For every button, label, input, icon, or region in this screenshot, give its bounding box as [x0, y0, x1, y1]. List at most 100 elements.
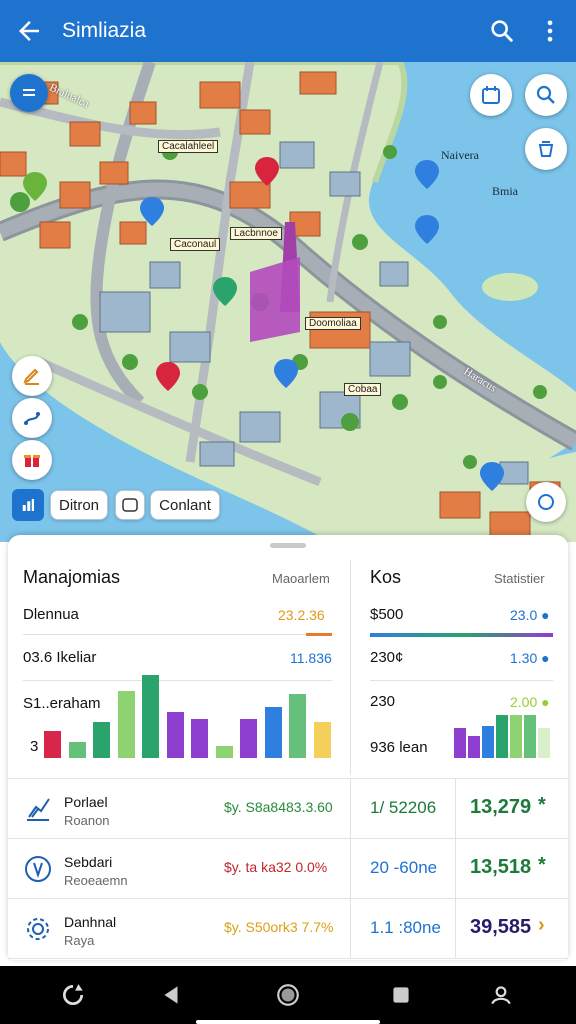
nav-back-icon[interactable] — [158, 982, 184, 1008]
left-row-value: 11.836 — [290, 650, 332, 666]
list-row[interactable]: Danhnal Raya $y. S50ork3 7.7% 1.1 :80ne … — [8, 899, 568, 959]
chip-ditron[interactable]: Ditron — [50, 490, 108, 520]
chip-filter-button[interactable] — [12, 489, 44, 521]
locate-fab[interactable] — [526, 482, 566, 522]
right-row-value: 1.30 ● — [510, 650, 550, 666]
row-col2: 20 -60ne — [370, 858, 438, 877]
nav-home-icon[interactable] — [275, 982, 301, 1008]
row-col2: 1/ 52206 — [370, 798, 437, 817]
gift-icon — [24, 455, 40, 467]
row-amount: $y. S50ork3 7.7% — [224, 919, 334, 935]
app-title: Simliazia — [62, 19, 147, 42]
stats-sheet: Manajomias Maoarlem Dlennua 23.2.36 03.6… — [8, 535, 568, 960]
route-fab[interactable] — [12, 398, 52, 438]
chart-bar — [496, 715, 508, 758]
row-col3: 39,585 — [470, 916, 532, 938]
map-tag: Lacbnnoe — [230, 227, 282, 240]
progress-indicator — [306, 633, 332, 636]
draw-fab[interactable] — [12, 356, 52, 396]
square-icon — [122, 498, 138, 512]
layers-fab[interactable] — [525, 128, 567, 170]
locate-icon — [538, 494, 554, 510]
calendar-icon — [482, 86, 500, 104]
row-col3: 13,279 — [470, 796, 532, 818]
row-title: Porlael — [64, 794, 108, 810]
chart-bar — [289, 694, 306, 758]
row-col3-suffix: › — [538, 914, 545, 936]
chart-bar — [524, 715, 536, 758]
row-title: Sebdari — [64, 854, 113, 870]
chip-conlant[interactable]: Conlant — [150, 490, 220, 520]
row-col2: 1.1 :80ne — [370, 918, 441, 937]
list-row[interactable]: Sebdari Reoeaemn $y. ta ka32 0.0% 20 -60… — [8, 839, 568, 899]
chart-bar — [166, 712, 184, 758]
chart-bar — [240, 719, 257, 758]
chart-bar — [117, 691, 135, 758]
row-subtitle: Roanon — [64, 813, 110, 828]
search-icon — [536, 85, 555, 104]
gear-network-icon — [24, 915, 52, 948]
chart-bar — [44, 731, 61, 758]
left-panel-title: Manajomias — [23, 567, 121, 587]
back-arrow-icon[interactable] — [14, 16, 44, 46]
row-amount: $y. S8a8483.3.60 — [224, 799, 333, 815]
left-row-label: 03.6 Ikeliar — [23, 649, 97, 666]
list-row[interactable]: Porlael Roanon $y. S8a8483.3.60 1/ 52206… — [8, 779, 568, 839]
search-icon[interactable] — [488, 17, 516, 45]
map-search-fab[interactable] — [525, 74, 567, 116]
chart-bar — [68, 742, 86, 758]
map-tag: Caconaul — [170, 238, 221, 251]
chart-bar — [538, 728, 550, 758]
right-bar-chart — [454, 715, 554, 758]
left-panel-subtitle: Maoarlem — [272, 571, 330, 586]
more-vert-icon[interactable] — [536, 17, 564, 45]
bar-chart-icon — [22, 499, 34, 511]
route-icon — [24, 412, 40, 425]
right-panel-title: Kos — [370, 567, 402, 587]
row-col3-suffix: * — [538, 854, 546, 876]
refresh-icon[interactable] — [60, 982, 86, 1008]
gradient-bar — [370, 633, 553, 637]
left-row-value: 23.2.36 — [278, 607, 325, 623]
chart-bar — [313, 722, 331, 758]
accessibility-icon[interactable] — [488, 982, 514, 1008]
map-tag: Cobaa — [344, 383, 382, 396]
right-panel-subtitle: Statistier — [494, 571, 545, 586]
row-subtitle: Reoeaemn — [64, 873, 128, 888]
calendar-fab[interactable] — [470, 74, 512, 116]
left-bar-chart — [44, 675, 334, 758]
city-map[interactable]: Naivera Bmia Cacalahleel Caconaul Lacbnn… — [0, 62, 576, 542]
left-row-label: Dlennua — [23, 606, 79, 623]
chart-bar — [142, 675, 159, 758]
right-row-label: 936 lean — [370, 739, 428, 756]
row-title: Danhnal — [64, 914, 117, 930]
gauge-icon — [24, 855, 52, 888]
row-subtitle: Raya — [64, 933, 95, 948]
right-row-label: 230¢ — [370, 649, 404, 666]
row-col3-suffix: * — [538, 794, 546, 816]
chart-bar — [468, 736, 480, 758]
chart-line-icon — [24, 795, 52, 828]
left-row-label: 3 — [30, 738, 39, 755]
row-col3: 13,518 — [470, 856, 532, 878]
chip-toggle[interactable] — [115, 490, 145, 520]
right-row-value: 23.0 ● — [510, 607, 550, 623]
app-bar: Simliazia — [0, 0, 576, 62]
map-canvas[interactable] — [0, 62, 576, 542]
cup-icon — [538, 141, 554, 157]
pencil-icon — [23, 368, 39, 385]
chart-bar — [93, 722, 110, 758]
right-row-label: 230 — [370, 693, 396, 710]
right-row-value: 2.00 ● — [510, 694, 550, 710]
map-tag: Doomoliaa — [305, 317, 361, 330]
row-amount: $y. ta ka32 0.0% — [224, 859, 328, 875]
chart-bar — [215, 746, 233, 758]
menu-fab[interactable] — [10, 74, 48, 112]
poi-fab[interactable] — [12, 440, 52, 480]
map-tag: Cacalahleel — [158, 140, 219, 153]
nav-recents-icon[interactable] — [388, 982, 414, 1008]
chart-bar — [510, 715, 522, 758]
drag-handle[interactable] — [270, 543, 306, 548]
menu-icon — [23, 89, 35, 96]
chart-bar — [454, 728, 466, 758]
